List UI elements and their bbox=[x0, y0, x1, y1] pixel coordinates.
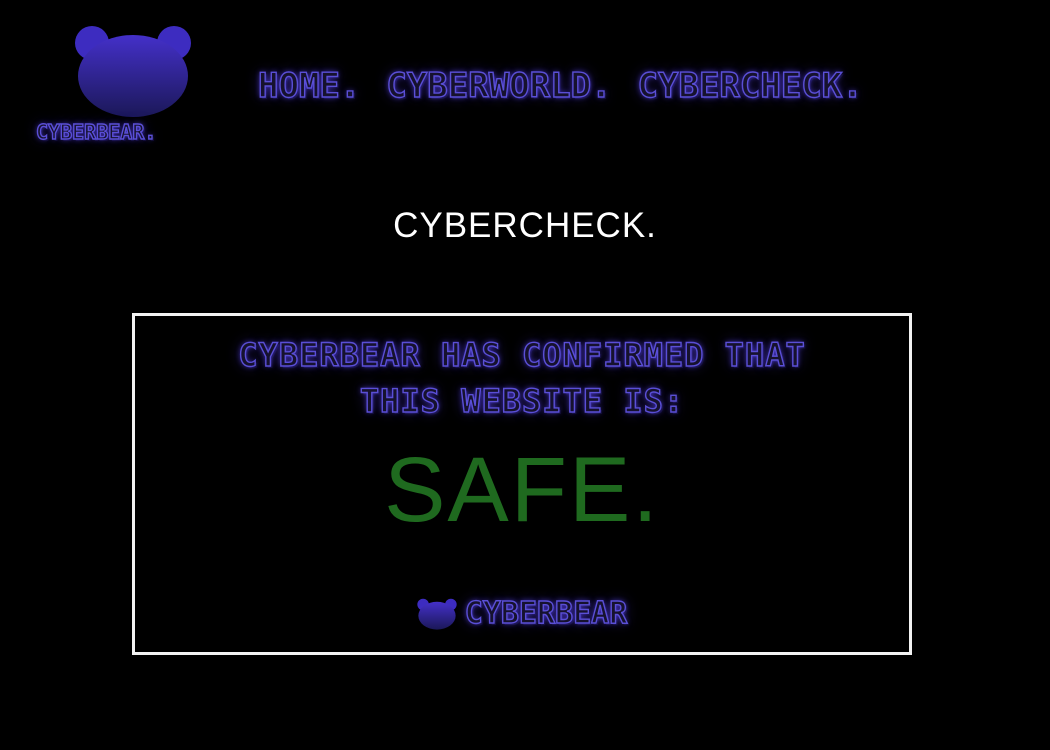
bear-head-icon bbox=[74, 24, 192, 118]
result-message: CYBERBEAR HAS CONFIRMED THAT THIS WEBSIT… bbox=[135, 332, 909, 424]
nav-item-cyberworld[interactable]: CYBERWORLD. bbox=[386, 65, 613, 106]
result-message-line-1: CYBERBEAR HAS CONFIRMED THAT bbox=[238, 335, 806, 374]
bear-head-icon bbox=[417, 597, 457, 631]
main-nav: HOME. CYBERWORLD. CYBERCHECK. bbox=[257, 64, 864, 108]
result-status: SAFE. bbox=[384, 439, 660, 541]
nav-item-home[interactable]: HOME. bbox=[257, 65, 361, 106]
result-footer: CYBERBEAR bbox=[135, 595, 909, 632]
brand-logo[interactable]: CYBERBEAR. bbox=[35, 24, 228, 148]
result-panel: CYBERBEAR HAS CONFIRMED THAT THIS WEBSIT… bbox=[132, 313, 912, 655]
logo-text: CYBERBEAR. bbox=[35, 119, 157, 144]
result-message-line-2: THIS WEBSITE IS: bbox=[359, 381, 685, 420]
nav-item-cybercheck[interactable]: CYBERCHECK. bbox=[637, 65, 864, 106]
page-title: CYBERCHECK. bbox=[393, 206, 657, 245]
footer-brand-label: CYBERBEAR bbox=[464, 595, 628, 631]
